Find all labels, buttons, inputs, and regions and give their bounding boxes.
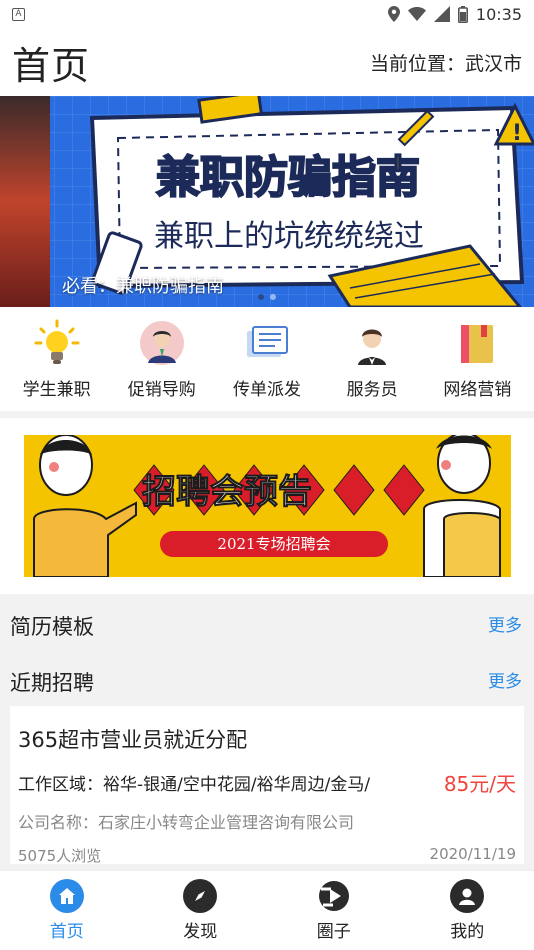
category-sales-promotion[interactable]: 促销导购 bbox=[110, 319, 214, 400]
app-header: 首页 当前位置：武汉市 bbox=[0, 28, 534, 96]
carousel-dot bbox=[270, 294, 276, 300]
category-label: 促销导购 bbox=[127, 379, 196, 400]
resume-templates-section: 简历模板 更多 bbox=[0, 598, 534, 654]
category-flyer-distribution[interactable]: 传单派发 bbox=[215, 319, 319, 400]
notebook-icon bbox=[453, 319, 501, 367]
saleswoman-icon bbox=[138, 319, 186, 367]
promo-banner[interactable]: 招聘会预告 2021专场招聘会 bbox=[24, 435, 511, 577]
promo-badge: 2021专场招聘会 bbox=[217, 535, 330, 553]
waiter-icon bbox=[348, 319, 396, 367]
category-student-parttime[interactable]: 学生兼职 bbox=[5, 319, 109, 400]
banner-caption: 必看：兼职防骗指南 bbox=[62, 276, 224, 297]
carousel-dot-active bbox=[258, 294, 264, 300]
category-label: 服务员 bbox=[346, 379, 398, 400]
tab-label: 我的 bbox=[450, 922, 485, 942]
section-title: 简历模板 bbox=[10, 615, 94, 639]
compass-icon bbox=[183, 879, 218, 913]
tab-home[interactable]: 首页 bbox=[7, 879, 127, 942]
wifi-icon bbox=[407, 7, 426, 21]
job-card[interactable]: 365超市营业员就近分配 工作区域：裕华-银通/空中花园/裕华周边/金马/ 85… bbox=[10, 706, 524, 865]
promo-section: 招聘会预告 2021专场招聘会 bbox=[0, 418, 534, 594]
promo-artwork: 招聘会预告 2021专场招聘会 bbox=[24, 435, 511, 577]
current-location[interactable]: 当前位置：武汉市 bbox=[370, 49, 522, 76]
tab-label: 发现 bbox=[183, 922, 218, 942]
category-label: 学生兼职 bbox=[22, 379, 91, 400]
home-icon bbox=[49, 879, 84, 913]
tab-label: 圈子 bbox=[316, 922, 351, 942]
job-salary: 85元/天 bbox=[443, 772, 516, 796]
job-area: 工作区域：裕华-银通/空中花园/裕华周边/金马/ bbox=[18, 775, 371, 795]
circle-icon bbox=[316, 879, 351, 913]
location-icon bbox=[387, 6, 400, 22]
job-company: 公司名称：石家庄小转弯企业管理咨询有限公司 bbox=[18, 813, 355, 832]
job-title: 365超市营业员就近分配 bbox=[18, 728, 248, 752]
bottom-tab-bar: 首页 发现 圈子 我的 bbox=[0, 870, 534, 950]
recent-jobs-section: 近期招聘 更多 bbox=[0, 654, 534, 710]
category-label: 传单派发 bbox=[232, 379, 301, 400]
tab-label: 首页 bbox=[49, 922, 84, 942]
resume-more-link[interactable]: 更多 bbox=[488, 611, 522, 636]
status-bar: A 10:35 bbox=[0, 0, 534, 28]
recent-more-link[interactable]: 更多 bbox=[488, 667, 522, 692]
tab-circle[interactable]: 圈子 bbox=[274, 879, 394, 942]
section-title: 近期招聘 bbox=[10, 671, 94, 695]
banner-subline: 兼职上的坑统统绕过 bbox=[154, 219, 424, 254]
lightbulb-icon bbox=[33, 319, 81, 367]
svg-text:!: ! bbox=[512, 121, 522, 146]
category-grid: 学生兼职 促销导购 传单派发 服务员 网络营销 bbox=[0, 307, 534, 411]
app-notification-icon: A bbox=[12, 7, 25, 21]
category-online-marketing[interactable]: 网络营销 bbox=[425, 319, 529, 400]
status-time: 10:35 bbox=[475, 4, 522, 24]
tab-mine[interactable]: 我的 bbox=[407, 879, 527, 942]
category-waiter[interactable]: 服务员 bbox=[320, 319, 424, 400]
banner-headline: 兼职防骗指南 bbox=[156, 152, 420, 203]
page-title: 首页 bbox=[12, 43, 91, 88]
carousel-indicator bbox=[258, 294, 276, 300]
tab-discover[interactable]: 发现 bbox=[140, 879, 260, 942]
job-date: 2020/11/19 bbox=[429, 845, 516, 863]
signal-icon bbox=[433, 6, 450, 22]
flyer-icon bbox=[243, 319, 291, 367]
promo-headline: 招聘会预告 bbox=[142, 472, 312, 512]
category-label: 网络营销 bbox=[443, 379, 512, 400]
job-views: 5075人浏览 bbox=[18, 847, 102, 865]
battery-icon bbox=[457, 5, 468, 23]
banner-carousel[interactable]: ! 兼职防骗指南 兼职上的坑统统绕过 必看：兼职防骗指南 bbox=[0, 96, 534, 307]
user-icon bbox=[450, 879, 485, 913]
